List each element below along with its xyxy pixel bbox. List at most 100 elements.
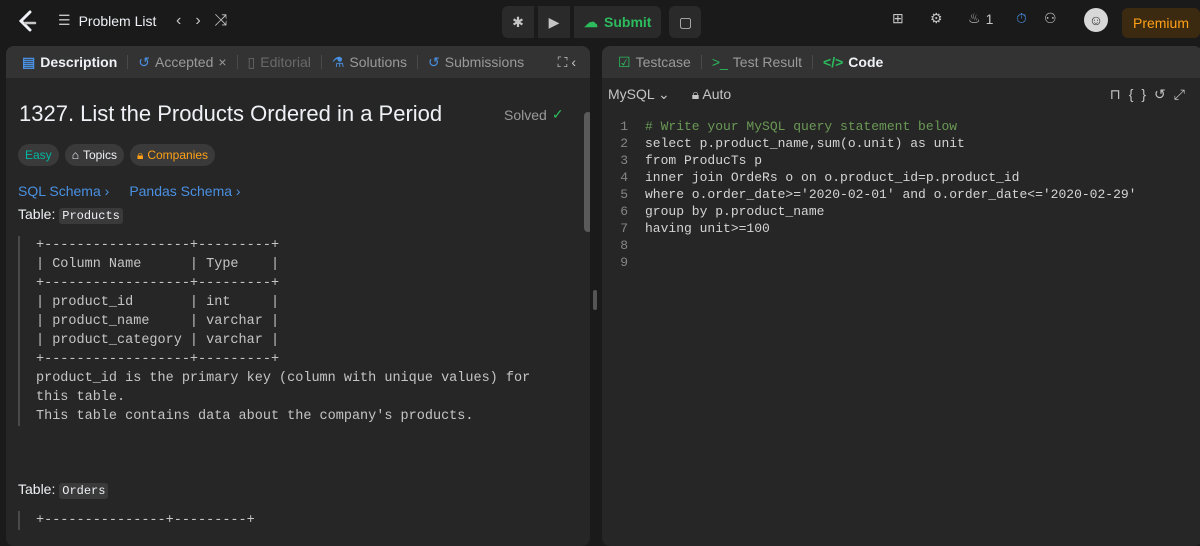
problem-list-button[interactable]: ☰ Problem List [58, 12, 156, 29]
chip-label: Companies [147, 148, 209, 162]
code-line: having unit>=100 [645, 221, 770, 236]
tab-label: Test Result [732, 54, 803, 70]
scrollbar[interactable] [584, 112, 590, 232]
chip-label: Topics [82, 148, 117, 162]
list-icon: ☰ [58, 12, 71, 28]
schema-block: +------------------+---------+ | Column … [18, 236, 590, 426]
topics-chip[interactable]: ⌂ Topics [64, 144, 124, 166]
editor-actions[interactable]: ⊓{}↺⤢ [1110, 86, 1193, 103]
flask-icon: ⚗ [331, 53, 345, 70]
streak-count: 1 [985, 10, 994, 27]
prev-problem-icon[interactable]: ‹ [176, 12, 181, 30]
checkbox-icon: ☑ [618, 53, 631, 70]
tag-chips: Easy ⌂ Topics 🔒︎ Companies [18, 144, 216, 166]
tab-test-result[interactable]: >_ Test Result [706, 54, 808, 70]
line-number: 3 [620, 153, 628, 168]
history-icon: ↺ [428, 53, 440, 70]
notes-button[interactable]: ▢ [669, 6, 702, 38]
code-line: from ProducTs p [645, 153, 763, 168]
table-prefix: Table: [18, 481, 56, 497]
difficulty-chip: Easy [18, 144, 59, 166]
divider [812, 55, 814, 69]
history-icon: ↺ [138, 53, 150, 70]
divider [236, 55, 238, 69]
debug-button[interactable]: ✱ [502, 6, 534, 38]
right-tab-bar: ☑ Testcase >_ Test Result </> Code [602, 46, 1200, 78]
language-label: MySQL [608, 86, 655, 102]
run-button[interactable]: ▶ [538, 6, 570, 38]
shuffle-icon[interactable]: ⤨ [215, 12, 228, 30]
solved-label: Solved [504, 106, 547, 123]
play-icon: ▶ [548, 13, 560, 30]
table-name: Products [59, 208, 123, 224]
line-number: 8 [620, 238, 628, 253]
link-label: Pandas Schema [129, 183, 233, 199]
line-number: 7 [620, 221, 628, 236]
tab-label: Description [40, 54, 118, 70]
tab-editorial[interactable]: ▯ Editorial [242, 54, 317, 71]
line-number: 4 [620, 170, 628, 185]
schema-block-orders: +---------------+---------+ [18, 511, 590, 530]
divider [127, 55, 129, 69]
code-line: group by p.product_name [645, 204, 825, 219]
code-icon: </> [823, 54, 844, 70]
cloud-upload-icon: ☁ [584, 13, 598, 30]
code-line: # Write your MySQL query statement below [645, 119, 958, 134]
settings-icon[interactable]: ⚙ [930, 10, 943, 27]
premium-button[interactable]: Premium [1122, 8, 1200, 38]
tag-icon: ⌂ [71, 148, 79, 162]
companies-chip[interactable]: 🔒︎ Companies [129, 144, 216, 166]
run-controls: ✱ ▶ ☁ Submit ▢ [502, 6, 702, 38]
expand-icon[interactable]: ⛶ ‹ [558, 54, 576, 71]
add-friend-icon[interactable]: ⚇ [1044, 10, 1057, 27]
check-circle-icon: ✓ [551, 106, 564, 122]
note-icon: ▢ [678, 13, 693, 30]
bug-icon: ✱ [512, 13, 524, 30]
line-number: 2 [620, 136, 628, 151]
avatar[interactable]: ☺ [1084, 8, 1108, 32]
tab-testcase[interactable]: ☑ Testcase [612, 54, 697, 71]
layout-icon[interactable]: ⊞ [892, 10, 904, 27]
flame-icon: ♨ [968, 10, 981, 26]
tab-description[interactable]: ▤ Description [16, 54, 123, 71]
tab-code[interactable]: </> Code [817, 54, 889, 70]
leetcode-logo[interactable] [16, 10, 38, 34]
lock-icon: 🔒︎ [691, 86, 700, 102]
line-number: 1 [620, 119, 628, 134]
auto-mode[interactable]: 🔒︎ Auto [692, 86, 731, 103]
tab-label: Submissions [444, 54, 525, 70]
next-problem-icon[interactable]: › [195, 12, 200, 30]
tab-accepted[interactable]: ↺ Accepted × [132, 54, 232, 71]
link-label: SQL Schema [18, 183, 101, 199]
problem-title: 1327. List the Products Ordered in a Per… [19, 101, 443, 126]
streak-counter[interactable]: ♨ 1 [968, 10, 993, 27]
submit-label: Submit [604, 14, 652, 30]
nav-icons: ‹ › ⤨ [176, 12, 227, 30]
divider [700, 55, 702, 69]
tab-solutions[interactable]: ⚗ Solutions [326, 54, 413, 71]
tab-label: Editorial [260, 54, 311, 70]
code-line: inner join OrdeRs o on o.product_id=p.pr… [645, 170, 1020, 185]
editor-toolbar: MySQL ⌄ 🔒︎ Auto ⊓{}↺⤢ [608, 86, 1193, 103]
document-icon: ▤ [22, 53, 36, 70]
tab-label: Testcase [635, 54, 691, 70]
tab-submissions[interactable]: ↺ Submissions [422, 54, 530, 71]
sql-schema-link[interactable]: SQL Schema › [18, 183, 109, 199]
panel-resize-handle[interactable] [593, 290, 597, 310]
language-select[interactable]: MySQL ⌄ [608, 86, 670, 103]
line-number: 6 [620, 204, 628, 219]
terminal-icon: >_ [711, 54, 728, 70]
pandas-schema-link[interactable]: Pandas Schema › [129, 183, 240, 199]
table-name: Orders [59, 483, 109, 499]
submit-button[interactable]: ☁ Submit [574, 6, 662, 38]
divider [417, 55, 419, 69]
tab-label: Solutions [349, 54, 408, 70]
solved-status: Solved ✓ [504, 106, 564, 123]
divider [320, 55, 322, 69]
line-number: 9 [620, 255, 628, 270]
tab-label: Code [848, 54, 884, 70]
book-icon: ▯ [247, 53, 256, 70]
timer-icon[interactable]: ⏱ [1016, 10, 1027, 27]
close-icon[interactable]: × [218, 54, 226, 70]
description-panel: ▤ Description ↺ Accepted × ▯ Editorial ⚗ Solu… [6, 46, 590, 546]
